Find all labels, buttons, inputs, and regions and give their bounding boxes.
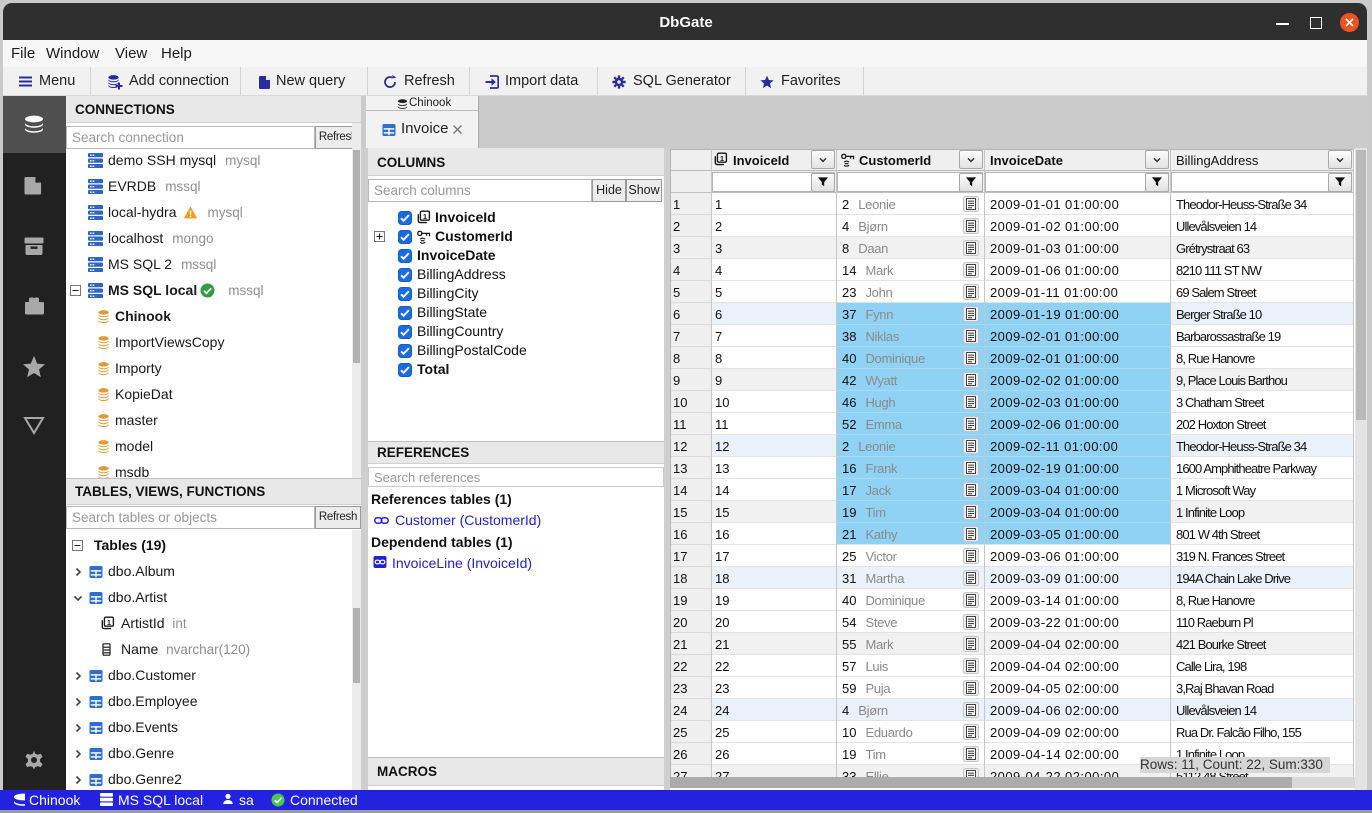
svg-text:1: 1: [423, 211, 427, 220]
svg-text:1: 1: [107, 618, 111, 627]
svg-text:1: 1: [720, 154, 724, 163]
